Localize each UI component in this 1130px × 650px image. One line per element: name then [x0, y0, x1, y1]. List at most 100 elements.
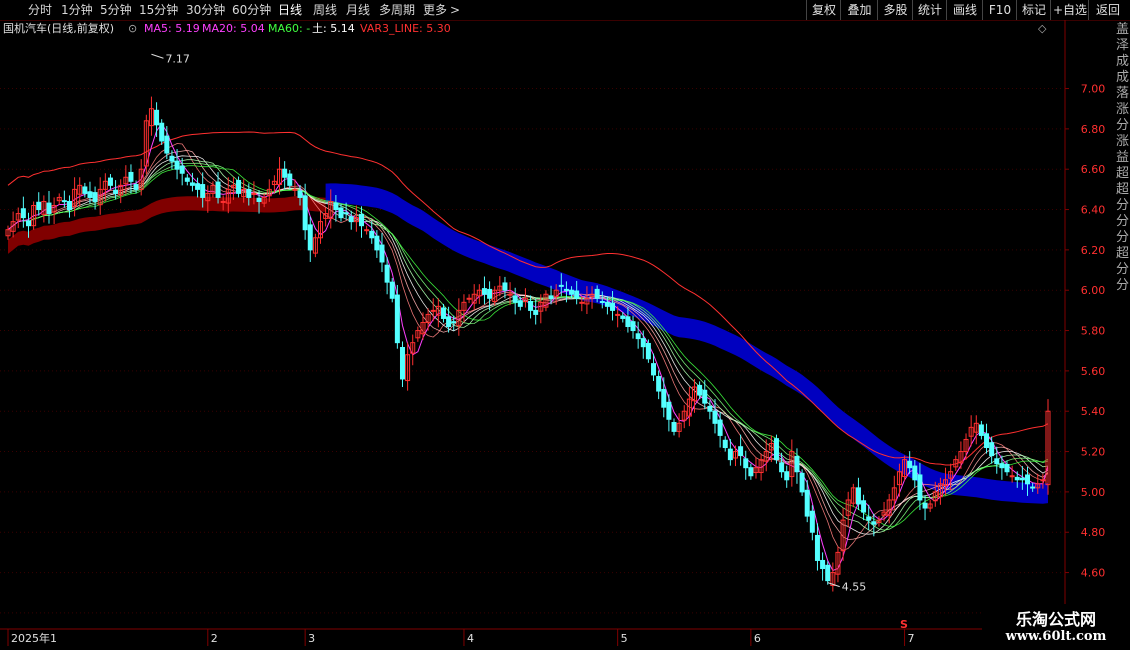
candle-body [574, 290, 580, 299]
timeframe-tab-9[interactable]: 多周期 [379, 0, 415, 20]
candle-body [727, 448, 733, 461]
candle-body [989, 442, 995, 457]
ribbon-ma-line [7, 159, 1049, 533]
price-tick-label: 6.20 [1081, 244, 1106, 257]
toolbar-button-1[interactable]: 叠加 [840, 0, 878, 20]
candle-body [820, 559, 826, 570]
timeframe-tab-6[interactable]: 日线 [278, 0, 302, 20]
high-pointer [151, 53, 164, 59]
candle-body [871, 521, 877, 525]
date-tick-label: 2 [211, 632, 218, 645]
candle-body [46, 202, 52, 215]
side-strip-char: 分 [1116, 278, 1130, 293]
candle-body [292, 188, 298, 191]
var3-line [7, 131, 1049, 466]
candle-body [799, 472, 805, 493]
candle-body [656, 376, 662, 392]
candle-body [184, 177, 190, 182]
candle-body [169, 155, 175, 162]
candle-body [717, 419, 723, 436]
side-strip-char: 分 [1116, 262, 1130, 277]
candle-body [625, 316, 631, 328]
candle-body [978, 424, 984, 436]
candle-body [651, 363, 657, 376]
candle-body [174, 160, 180, 170]
candle-body [707, 405, 713, 412]
candle-body [533, 309, 539, 315]
candle-body [256, 197, 262, 202]
candle-body [814, 534, 820, 561]
candle-body [630, 321, 636, 332]
candle-body [1009, 475, 1015, 478]
candle-body [36, 201, 42, 211]
candle-body [364, 229, 370, 232]
candle-body [20, 208, 26, 219]
candle-body [635, 333, 641, 340]
timeframe-tab-4[interactable]: 30分钟 [186, 0, 225, 20]
side-strip-char: 分 [1116, 118, 1130, 133]
toolbar: 分时 1分钟 5分钟 15分钟 30分钟 60分钟 日线 周线 月线 多周期 更多 > 复权 叠加 多股 统计… [0, 0, 1130, 21]
candle-body [1019, 477, 1025, 481]
timeframe-tab-2[interactable]: 5分钟 [100, 0, 132, 20]
candle-body [1040, 479, 1046, 482]
toolbar-button-3[interactable]: 统计 [912, 0, 947, 20]
candle-body [922, 502, 928, 509]
candle-body [907, 460, 913, 469]
toolbar-button-2[interactable]: 多股 [877, 0, 913, 20]
candle-body [512, 295, 518, 303]
candle-body [779, 462, 785, 473]
candle-body [92, 192, 98, 202]
candle-body [702, 389, 708, 404]
candle-body [645, 342, 651, 360]
price-tick-label: 6.40 [1081, 204, 1106, 217]
lower-band-dark [8, 196, 326, 254]
candle-body [748, 467, 754, 477]
toolbar-button-6[interactable]: 标记 [1016, 0, 1051, 20]
candle-body [82, 186, 88, 194]
price-tick-label: 5.80 [1081, 325, 1106, 338]
toolbar-button-0[interactable]: 复权 [806, 0, 841, 20]
candle-body [855, 487, 861, 505]
timeframe-tab-1[interactable]: 1分钟 [61, 0, 93, 20]
candle-body [430, 309, 436, 312]
toolbar-button-7[interactable]: +自选 [1050, 0, 1089, 20]
candle-body [87, 191, 93, 198]
price-tick-label: 7.00 [1081, 83, 1106, 96]
price-tick-label: 5.20 [1081, 446, 1106, 459]
candle-body [66, 200, 72, 211]
candle-body [999, 463, 1005, 469]
candle-body [399, 346, 405, 380]
side-strip-char: 超 [1116, 182, 1130, 197]
timeframe-tab-3[interactable]: 15分钟 [139, 0, 178, 20]
timeframe-tab-7[interactable]: 周线 [313, 0, 337, 20]
candle-body [1004, 463, 1010, 473]
candle-body [466, 297, 472, 300]
candle-body [773, 438, 779, 461]
candle-body [809, 510, 815, 533]
timeframe-tab-10[interactable]: 更多 [423, 0, 447, 20]
toolbar-button-4[interactable]: 画线 [946, 0, 983, 20]
timeframe-tab-5[interactable]: 60分钟 [232, 0, 271, 20]
low-pointer [827, 582, 840, 588]
candle-body [743, 458, 749, 469]
candle-body [712, 410, 718, 424]
candle-body [333, 202, 339, 211]
candle-body [133, 184, 139, 190]
more-chevron-icon[interactable]: > [450, 0, 460, 20]
toolbar-button-8[interactable]: 返回 [1088, 0, 1127, 20]
candle-body [579, 301, 585, 304]
timeframe-tab-8[interactable]: 月线 [346, 0, 370, 20]
side-strip-char: 分 [1116, 214, 1130, 229]
candle-body [451, 321, 457, 324]
candle-body [113, 189, 119, 194]
watermark-title: 乐淘公式网 [1015, 610, 1096, 629]
candle-body [394, 294, 400, 344]
timeframe-tab-0[interactable]: 分时 [28, 0, 52, 20]
candle-body [866, 516, 872, 521]
toolbar-button-5[interactable]: F10 [982, 0, 1017, 20]
candle-body [195, 183, 201, 190]
candlestick-chart[interactable]: 7.00 6.80 6.60 6.40 6.20 6.00 5.80 5.60 5.40 5.20… [0, 20, 1130, 650]
candle-body [507, 293, 513, 296]
candle-body [481, 288, 487, 295]
candle-body [159, 122, 165, 142]
